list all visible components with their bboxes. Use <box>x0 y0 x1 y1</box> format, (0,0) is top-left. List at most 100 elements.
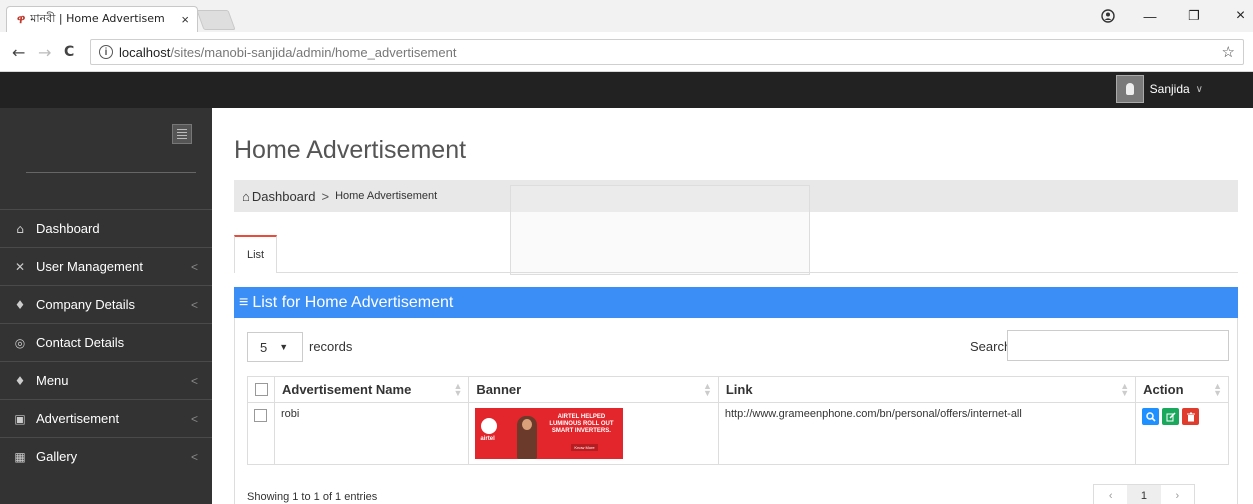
tab-list[interactable]: List <box>234 235 278 273</box>
records-label: records <box>309 339 353 354</box>
users-icon: ✕ <box>14 259 26 274</box>
sort-icon: ▲ ▼ <box>1213 381 1222 398</box>
banner-image: airtel AIRTEL HELPED LUMINOUS ROLL OUT S… <box>475 408 624 459</box>
sidebar-menu: ⌂ Dashboard ✕ User Management < ♦ Compan… <box>0 209 212 475</box>
list-icon: ≡ <box>239 293 249 311</box>
search-input[interactable] <box>1007 330 1229 361</box>
table-header-row: Advertisement Name ▲ ▼ Banner ▲ ▼ Link ▲ ▼ Act… <box>247 376 1229 403</box>
sort-icon: ▲ ▼ <box>453 381 463 398</box>
trash-icon <box>1186 412 1195 421</box>
sort-icon: ▲ ▼ <box>702 381 712 398</box>
reload-button[interactable]: C <box>64 44 74 60</box>
url-input[interactable]: i localhost/sites/manobi-sanjida/admin/h… <box>90 39 1244 65</box>
column-header-name[interactable]: Advertisement Name ▲ ▼ <box>273 376 470 403</box>
view-button[interactable] <box>1142 408 1160 425</box>
banner-headline: AIRTEL HELPED LUMINOUS ROLL OUT SMART IN… <box>549 414 614 434</box>
page-title: Home Advertisement <box>234 136 467 164</box>
column-header-label: Action <box>1143 382 1184 397</box>
sidebar-item-company-details[interactable]: ♦ Company Details < <box>0 285 212 323</box>
records-per-page-select[interactable]: 5 ▼ <box>247 332 303 362</box>
records-per-page-value: 5 <box>260 339 268 355</box>
column-header-label: Link <box>725 382 753 397</box>
sidebar-item-contact-details[interactable]: ◎ Contact Details <box>0 323 212 361</box>
link-cell: http://www.grameenphone.com/bn/personal/… <box>717 402 1137 465</box>
breadcrumb-separator: > <box>321 188 330 204</box>
panel-body: 5 ▼ records Search: Advertisement Name ▲ ▼… <box>234 318 1238 504</box>
restore-button[interactable]: ❐ <box>1176 0 1212 32</box>
edit-button[interactable] <box>1162 408 1180 425</box>
chevron-left-icon: < <box>190 297 198 312</box>
pagination-page-1[interactable]: 1 <box>1127 485 1161 504</box>
back-button[interactable]: ← <box>12 43 25 62</box>
url-host: localhost <box>119 44 171 60</box>
new-tab-button[interactable] <box>196 10 236 30</box>
select-all-cell <box>247 376 275 403</box>
row-checkbox[interactable] <box>254 409 267 422</box>
tab-close-icon[interactable]: × <box>181 12 189 27</box>
sidebar-item-label: Dashboard <box>36 221 100 236</box>
avatar <box>1115 75 1144 103</box>
banner-cell: airtel AIRTEL HELPED LUMINOUS ROLL OUT S… <box>468 402 719 465</box>
column-header-link[interactable]: Link ▲ ▼ <box>717 376 1137 403</box>
sidebar-item-label: User Management <box>36 259 143 274</box>
window-close-button[interactable]: × <box>1228 0 1253 32</box>
select-all-checkbox[interactable] <box>255 383 268 396</box>
pagination-prev[interactable]: ‹ <box>1094 485 1127 504</box>
forward-button[interactable]: → <box>38 43 51 62</box>
site-info-icon[interactable]: i <box>99 45 113 59</box>
gallery-icon: ▦ <box>14 449 26 464</box>
sidebar-item-menu[interactable]: ♦ Menu < <box>0 361 212 399</box>
contact-icon: ◎ <box>14 335 26 350</box>
advertisement-table: Advertisement Name ▲ ▼ Banner ▲ ▼ Link ▲ ▼ Act… <box>247 376 1229 465</box>
table-info: Showing 1 to 1 of 1 entries <box>247 491 378 503</box>
sidebar-item-advertisement[interactable]: ▣ Advertisement < <box>0 399 212 437</box>
sidebar-item-gallery[interactable]: ▦ Gallery < <box>0 437 212 475</box>
sort-icon: ▲ ▼ <box>1120 381 1130 398</box>
top-navbar: Sanjida ∨ <box>0 72 1253 108</box>
action-cell <box>1135 402 1229 465</box>
delete-button[interactable] <box>1182 408 1200 425</box>
minimize-button[interactable]: — <box>1128 0 1172 32</box>
column-header-label: Advertisement Name <box>282 382 412 397</box>
sidebar-item-label: Gallery <box>36 449 78 464</box>
menu-toggle-button[interactable] <box>172 124 192 144</box>
bookmark-star-icon[interactable]: ☆ <box>1222 43 1235 61</box>
advertisement-name-cell: robi <box>273 402 470 465</box>
chevron-down-icon: ∨ <box>1195 83 1203 95</box>
user-menu[interactable]: Sanjida ∨ <box>1115 75 1203 103</box>
browser-tab-title: মানবী | Home Advertisem <box>30 12 165 25</box>
banner-cta: Know More <box>571 444 598 451</box>
browser-tab[interactable]: ዋ মানবী | Home Advertisem × <box>6 6 198 32</box>
search-icon <box>1145 411 1156 422</box>
pagination-next[interactable]: › <box>1161 485 1194 504</box>
address-bar: ← → C i localhost/sites/manobi-sanjida/a… <box>0 32 1253 72</box>
chevron-left-icon: < <box>190 259 198 274</box>
caret-down-icon: ▼ <box>279 342 289 352</box>
airtel-logo <box>481 418 498 434</box>
breadcrumb-dashboard-link[interactable]: Dashboard <box>252 189 316 204</box>
pagination: ‹ 1 › <box>1093 484 1195 504</box>
chevron-left-icon: < <box>190 449 198 464</box>
profile-icon[interactable] <box>1094 0 1122 32</box>
chevron-left-icon: < <box>190 373 198 388</box>
favicon-icon: ዋ <box>17 12 26 26</box>
home-icon: ⌂ <box>242 188 250 204</box>
chevron-left-icon: < <box>190 411 198 426</box>
url-path: /sites/manobi-sanjida/admin/home_adverti… <box>170 44 457 60</box>
sidebar-item-label: Company Details <box>36 297 135 312</box>
sidebar: ⌂ Dashboard ✕ User Management < ♦ Compan… <box>0 108 212 504</box>
sidebar-item-user-management[interactable]: ✕ User Management < <box>0 247 212 285</box>
content-tabs: List <box>234 235 1238 273</box>
row-select-cell <box>247 402 275 465</box>
sidebar-item-dashboard[interactable]: ⌂ Dashboard <box>0 209 212 247</box>
panel-title: List for Home Advertisement <box>252 293 454 311</box>
building-icon: ♦ <box>14 297 26 312</box>
username: Sanjida <box>1149 82 1190 96</box>
column-header-banner[interactable]: Banner ▲ ▼ <box>468 376 719 403</box>
table-row: robi airtel AIRTEL HELPED LUMINOUS ROLL … <box>247 402 1229 465</box>
sidebar-item-label: Menu <box>36 373 69 388</box>
panel-header: ≡ List for Home Advertisement <box>234 287 1238 318</box>
column-header-action[interactable]: Action ▲ ▼ <box>1135 376 1229 403</box>
sidebar-item-label: Advertisement <box>36 411 120 426</box>
banner-logo-text: airtel <box>480 436 495 442</box>
